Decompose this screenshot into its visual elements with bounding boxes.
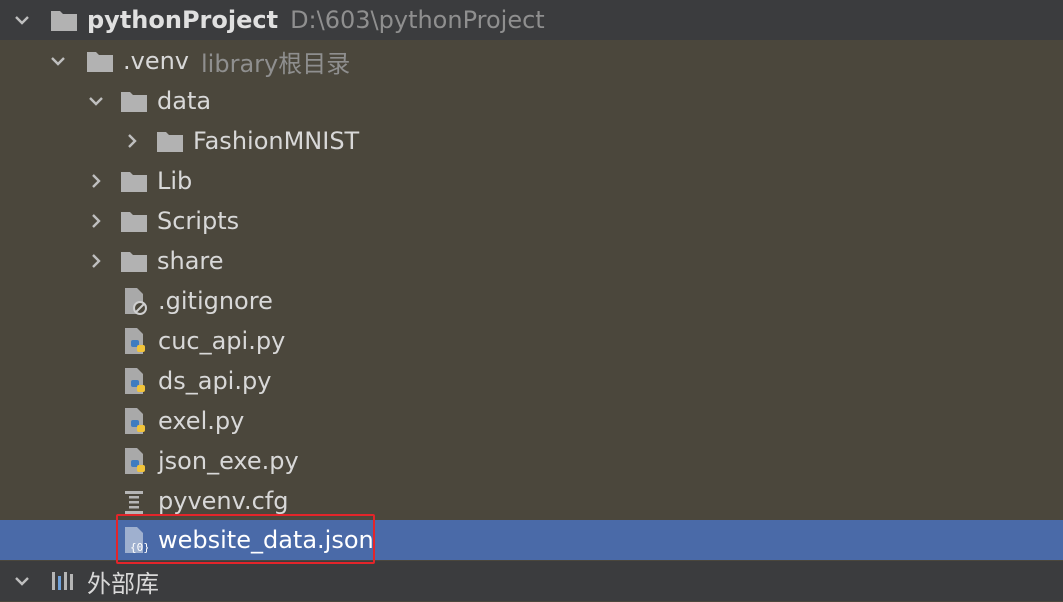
- library-icon: [50, 567, 78, 595]
- file-label-json-exe: json_exe.py: [158, 447, 299, 475]
- tree-row-cuc-api[interactable]: cuc_api.py: [0, 321, 1063, 361]
- venv-label: .venv: [123, 47, 190, 75]
- tree-row-data[interactable]: data: [0, 81, 1063, 121]
- tree-row-external-libraries[interactable]: 外部库: [0, 561, 1063, 601]
- tree-row-scripts[interactable]: Scripts: [0, 201, 1063, 241]
- folder-label-share: share: [157, 247, 224, 275]
- chevron-right-icon[interactable]: [84, 249, 108, 273]
- file-label-ds-api: ds_api.py: [158, 367, 272, 395]
- folder-icon: [50, 6, 78, 34]
- tree-row-venv[interactable]: .venv library根目录: [0, 41, 1063, 81]
- project-name: pythonProject: [87, 6, 279, 34]
- project-tree: pythonProject D:\603\pythonProject .venv…: [0, 0, 1063, 602]
- folder-icon: [120, 247, 148, 275]
- python-file-icon: [121, 367, 149, 395]
- tree-row-json-exe[interactable]: json_exe.py: [0, 441, 1063, 481]
- file-label-exel: exel.py: [158, 407, 245, 435]
- config-file-icon: [121, 487, 149, 515]
- folder-icon: [120, 167, 148, 195]
- chevron-right-icon[interactable]: [84, 169, 108, 193]
- folder-icon: [86, 47, 114, 75]
- tree-row-lib[interactable]: Lib: [0, 161, 1063, 201]
- ignore-file-icon: [121, 287, 149, 315]
- python-file-icon: [121, 327, 149, 355]
- venv-hint: library根目录: [201, 49, 351, 78]
- chevron-right-icon[interactable]: [84, 209, 108, 233]
- selection-highlight-box: [116, 514, 375, 564]
- folder-label-data: data: [157, 87, 212, 115]
- tree-row-share[interactable]: share: [0, 241, 1063, 281]
- folder-icon: [120, 87, 148, 115]
- python-file-icon: [121, 447, 149, 475]
- folder-icon: [156, 127, 184, 155]
- file-label-cuc-api: cuc_api.py: [158, 327, 286, 355]
- folder-label-scripts: Scripts: [157, 207, 240, 235]
- tree-row-gitignore[interactable]: .gitignore: [0, 281, 1063, 321]
- project-path: D:\603\pythonProject: [290, 6, 545, 34]
- folder-label-lib: Lib: [157, 167, 193, 195]
- external-libraries-label: 外部库: [87, 569, 159, 598]
- folder-icon: [120, 207, 148, 235]
- tree-row-ds-api[interactable]: ds_api.py: [0, 361, 1063, 401]
- tree-row-project-root[interactable]: pythonProject D:\603\pythonProject: [0, 0, 1063, 40]
- chevron-down-icon[interactable]: [84, 89, 108, 113]
- file-label-pyvenv: pyvenv.cfg: [158, 487, 289, 515]
- python-file-icon: [121, 407, 149, 435]
- chevron-right-icon[interactable]: [120, 129, 144, 153]
- chevron-down-icon[interactable]: [10, 569, 34, 593]
- chevron-down-icon[interactable]: [46, 49, 70, 73]
- chevron-down-icon[interactable]: [10, 8, 34, 32]
- file-label-gitignore: .gitignore: [158, 287, 273, 315]
- tree-row-exel[interactable]: exel.py: [0, 401, 1063, 441]
- folder-label-fashionmnist: FashionMNIST: [193, 127, 360, 155]
- tree-row-fashionmnist[interactable]: FashionMNIST: [0, 121, 1063, 161]
